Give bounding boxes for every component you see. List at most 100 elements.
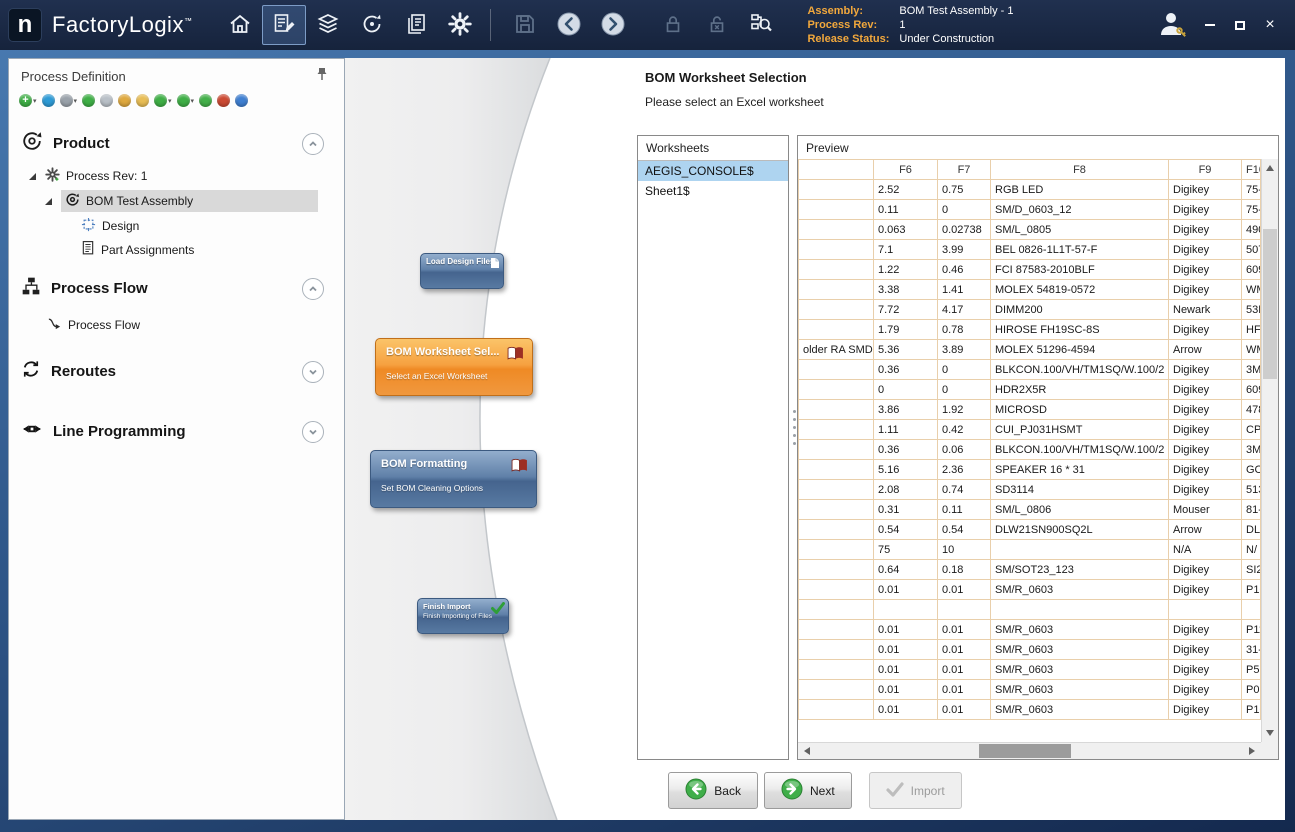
- table-row[interactable]: 3.861.92MICROSDDigikey478: [799, 400, 1261, 420]
- table-row[interactable]: [799, 600, 1261, 620]
- table-cell: SM/L_0805: [991, 220, 1169, 240]
- tree-item-design[interactable]: Design: [9, 215, 344, 237]
- table-row[interactable]: 0.010.01SM/R_0603DigikeyP0.: [799, 680, 1261, 700]
- maximize-button[interactable]: [1227, 15, 1253, 35]
- step-title: BOM Formatting: [381, 458, 467, 470]
- table-row[interactable]: 0.360BLKCON.100/VH/TM1SQ/W.100/2Digikey3…: [799, 360, 1261, 380]
- table-row[interactable]: 0.640.18SM/SOT23_123DigikeySI2: [799, 560, 1261, 580]
- lock-button[interactable]: [651, 5, 695, 45]
- table-row[interactable]: 0.110SM/D_0603_12Digikey75-: [799, 200, 1261, 220]
- scroll-left-icon[interactable]: [804, 747, 810, 755]
- table-row[interactable]: 1.110.42CUI_PJ031HSMTDigikeyCP-: [799, 420, 1261, 440]
- back-nav-button[interactable]: [547, 5, 591, 45]
- table-row[interactable]: 7.724.17DIMM200Newark53B: [799, 300, 1261, 320]
- table-row[interactable]: 0.360.06BLKCON.100/VH/TM1SQ/W.100/2Digik…: [799, 440, 1261, 460]
- horizontal-scrollbar[interactable]: [798, 742, 1261, 759]
- worksheet-item[interactable]: Sheet1$: [638, 181, 788, 201]
- deploy-icon[interactable]: ▾: [177, 94, 195, 107]
- key-icon[interactable]: [100, 94, 113, 107]
- table-cell: WM: [1242, 280, 1261, 300]
- worksheet-item[interactable]: AEGIS_CONSOLE$: [638, 161, 788, 181]
- collapse-down-icon[interactable]: [302, 421, 324, 443]
- collapse-up-icon[interactable]: [302, 278, 324, 300]
- table-cell: [1242, 600, 1261, 620]
- table-cell: [799, 500, 874, 520]
- materials-button[interactable]: [306, 5, 350, 45]
- start-icon[interactable]: [199, 94, 212, 107]
- collapse-up-icon[interactable]: [302, 133, 324, 155]
- table-row[interactable]: 0.010.01SM/R_0603DigikeyP10: [799, 700, 1261, 720]
- import-button[interactable]: Import: [869, 772, 962, 809]
- pin-icon[interactable]: [316, 67, 328, 86]
- vertical-scrollbar[interactable]: [1261, 159, 1278, 742]
- scroll-down-icon[interactable]: [1266, 730, 1274, 736]
- next-button[interactable]: Next: [764, 772, 852, 809]
- table-row[interactable]: 7510N/AN/: [799, 540, 1261, 560]
- quality-icon[interactable]: [136, 94, 149, 107]
- table-row[interactable]: 5.162.36SPEAKER 16 * 31DigikeyGC: [799, 460, 1261, 480]
- operator-icon[interactable]: [118, 94, 131, 107]
- import-check-icon: [886, 782, 904, 800]
- add-icon[interactable]: +▾: [19, 94, 37, 107]
- table-row[interactable]: 0.310.11SM/L_0806Mouser81-: [799, 500, 1261, 520]
- user-account-button[interactable]: [1157, 9, 1187, 42]
- tree-item-part-assignments[interactable]: Part Assignments: [9, 238, 344, 261]
- table-row[interactable]: 3.381.41MOLEX 54819-0572DigikeyWM: [799, 280, 1261, 300]
- back-button[interactable]: Back: [668, 772, 758, 809]
- step-load-design-files[interactable]: Load Design Files: [420, 253, 504, 289]
- minimize-button[interactable]: [1197, 15, 1223, 35]
- horizontal-scroll-thumb[interactable]: [979, 744, 1072, 758]
- home-button[interactable]: [218, 5, 262, 45]
- selected-tree-item[interactable]: BOM Test Assembly: [61, 190, 318, 212]
- web-design-icon[interactable]: [42, 94, 55, 107]
- table-row[interactable]: 0.0630.02738SM/L_0805Digikey490: [799, 220, 1261, 240]
- sidebar-section-reroutes[interactable]: Reroutes: [9, 352, 344, 391]
- key-icon: [100, 94, 113, 107]
- collapse-down-icon[interactable]: [302, 361, 324, 383]
- table-row[interactable]: 0.540.54DLW21SN900SQ2LArrowDL: [799, 520, 1261, 540]
- table-row[interactable]: 7.13.99BEL 0826-1L1T-57-FDigikey507: [799, 240, 1261, 260]
- step-finish-import[interactable]: Finish Import Finish Importing of Files: [417, 598, 509, 634]
- table-row[interactable]: 0.010.01SM/R_0603DigikeyP5: [799, 660, 1261, 680]
- table-row[interactable]: 1.790.78HIROSE FH19SC-8SDigikeyHF: [799, 320, 1261, 340]
- table-cell: 3.99: [938, 240, 991, 260]
- export-icon[interactable]: ▾: [154, 94, 172, 107]
- documents-button[interactable]: [394, 5, 438, 45]
- sidebar-section-process-flow[interactable]: Process Flow: [9, 269, 344, 308]
- table-row[interactable]: 2.520.75RGB LEDDigikey75-: [799, 180, 1261, 200]
- step-bom-formatting[interactable]: BOM Formatting Set BOM Cleaning Options: [370, 450, 537, 508]
- routing-button[interactable]: [350, 5, 394, 45]
- print-icon[interactable]: ▾: [60, 94, 78, 107]
- table-cell: DLW21SN900SQ2L: [991, 520, 1169, 540]
- unlock-button[interactable]: [695, 5, 739, 45]
- tree-item-process-rev[interactable]: Process Rev: 1: [9, 165, 344, 187]
- sidebar-section-line-programming[interactable]: Line Programming: [9, 411, 344, 452]
- close-button[interactable]: ×: [1257, 15, 1283, 35]
- expander-icon[interactable]: [45, 198, 52, 205]
- forward-nav-button[interactable]: [591, 5, 635, 45]
- tree-item-process-flow[interactable]: Process Flow: [9, 314, 344, 336]
- process-definition-button[interactable]: [262, 5, 306, 45]
- step-bom-worksheet-selection[interactable]: BOM Worksheet Sel... Select an Excel Wor…: [375, 338, 533, 396]
- table-row[interactable]: 2.080.74SD3114Digikey513: [799, 480, 1261, 500]
- table-row[interactable]: older RA SMD5.363.89MOLEX 51296-4594Arro…: [799, 340, 1261, 360]
- table-cell: [799, 200, 874, 220]
- stop-icon[interactable]: [217, 94, 230, 107]
- activate-icon[interactable]: [82, 94, 95, 107]
- sidebar-section-product[interactable]: Product: [9, 123, 344, 164]
- save-button[interactable]: [503, 5, 547, 45]
- table-row[interactable]: 0.010.01SM/R_0603DigikeyP10: [799, 580, 1261, 600]
- tree-item-bom-test-assembly[interactable]: BOM Test Assembly: [9, 188, 318, 214]
- line-programming-icon: [21, 418, 43, 445]
- table-row[interactable]: 0.010.01SM/R_0603DigikeyP11: [799, 620, 1261, 640]
- expander-icon[interactable]: [29, 173, 36, 180]
- scroll-up-icon[interactable]: [1266, 165, 1274, 171]
- info-icon[interactable]: [235, 94, 248, 107]
- vertical-scroll-thumb[interactable]: [1263, 229, 1277, 379]
- settings-button[interactable]: [438, 5, 482, 45]
- table-row[interactable]: 0.010.01SM/R_0603Digikey31-: [799, 640, 1261, 660]
- table-row[interactable]: 1.220.46FCI 87583-2010BLFDigikey609: [799, 260, 1261, 280]
- scroll-right-icon[interactable]: [1249, 747, 1255, 755]
- table-row[interactable]: 00HDR2X5RDigikey609: [799, 380, 1261, 400]
- audit-button[interactable]: [739, 5, 783, 45]
